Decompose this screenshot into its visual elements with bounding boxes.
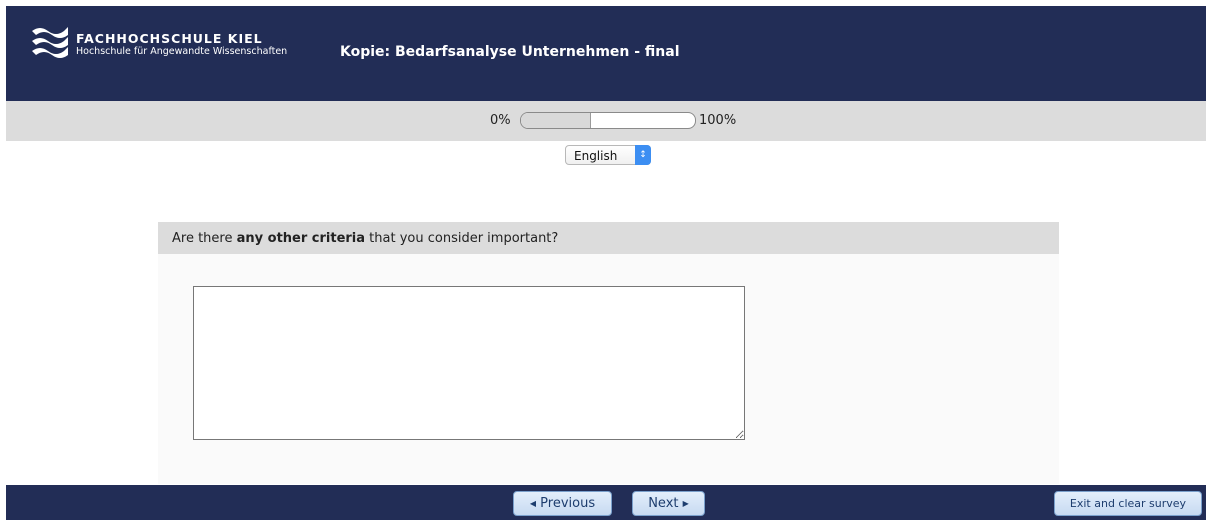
next-button-label: Next	[648, 496, 679, 511]
survey-title: Kopie: Bedarfsanalyse Unternehmen - fina…	[340, 44, 680, 60]
previous-button[interactable]: ◀ Previous	[513, 491, 612, 516]
question-text-prefix: Are there	[172, 231, 237, 246]
triangle-right-icon: ▶	[682, 499, 689, 508]
progress-band: 0% 100%	[6, 101, 1206, 141]
school-subtitle: Hochschule für Angewandte Wissenschaften	[76, 45, 288, 57]
answer-textarea[interactable]	[193, 286, 745, 440]
next-button[interactable]: Next ▶	[632, 491, 705, 516]
progress-start-label: 0%	[490, 113, 511, 128]
question-text-emphasis: any other criteria	[236, 231, 366, 246]
updown-chevron-icon: ↕	[635, 145, 651, 165]
fh-kiel-logo-icon	[32, 27, 68, 58]
exit-clear-survey-button[interactable]: Exit and clear survey	[1054, 491, 1202, 516]
question-text: Are there any other criteria that you co…	[172, 231, 558, 246]
school-name: FACHHOCHSCHULE KIEL	[76, 31, 263, 46]
progress-bar	[520, 112, 696, 129]
progress-bar-fill	[521, 113, 591, 128]
header-bar: FACHHOCHSCHULE KIEL Hochschule für Angew…	[6, 6, 1206, 101]
triangle-left-icon: ◀	[529, 499, 537, 508]
question-header: Are there any other criteria that you co…	[158, 222, 1059, 254]
footer-bar: ◀ Previous Next ▶ Exit and clear survey	[6, 485, 1206, 520]
survey-page: FACHHOCHSCHULE KIEL Hochschule für Angew…	[6, 6, 1206, 520]
language-select-value: English	[574, 149, 618, 163]
progress-end-label: 100%	[699, 113, 737, 128]
school-logo-text: FACHHOCHSCHULE KIEL Hochschule für Angew…	[76, 31, 288, 57]
question-text-suffix: that you consider important?	[365, 231, 559, 246]
language-select[interactable]: English ↕	[565, 145, 651, 165]
previous-button-label: Previous	[540, 496, 596, 511]
